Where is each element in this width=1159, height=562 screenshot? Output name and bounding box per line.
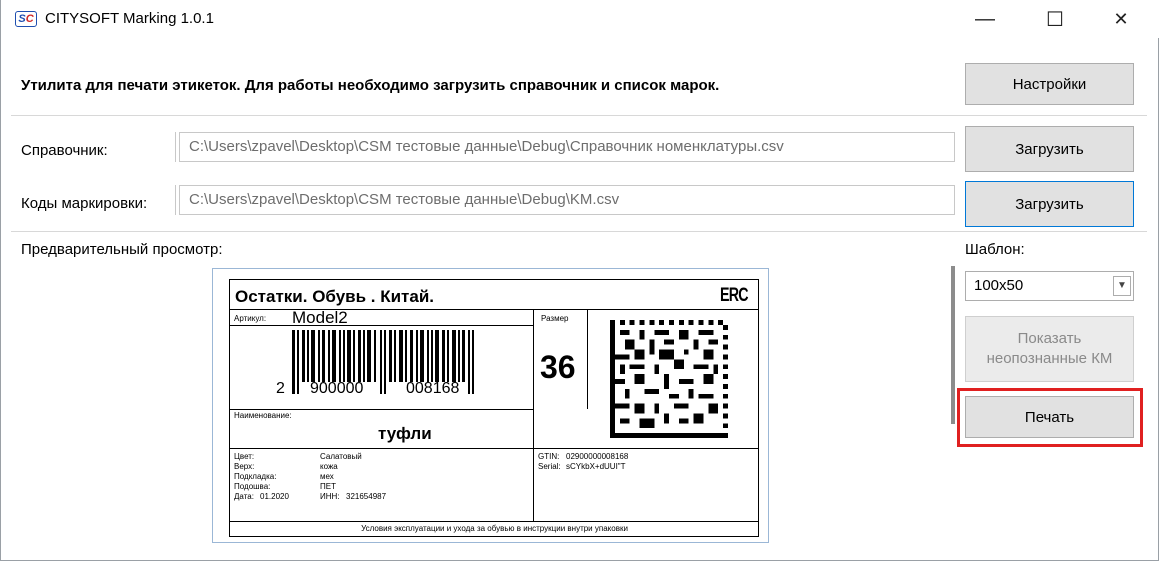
barcode-digits-right: 008168 bbox=[406, 380, 460, 397]
gtin-label: GTIN: bbox=[538, 452, 560, 461]
template-label: Шаблон: bbox=[965, 241, 1025, 258]
divider bbox=[230, 521, 759, 522]
inn-value: 321654987 bbox=[346, 492, 387, 501]
maximize-icon: ☐ bbox=[1046, 8, 1064, 31]
serial-value: sCYkbX+dUUI"T bbox=[566, 462, 626, 471]
divider bbox=[230, 409, 533, 410]
divider bbox=[11, 115, 1147, 116]
close-icon: ✕ bbox=[1113, 8, 1129, 29]
title-bar: SC CITYSOFT Marking 1.0.1 — ☐ ✕ bbox=[1, 0, 1159, 38]
size-label: Размер bbox=[541, 314, 569, 323]
reference-label: Справочник: bbox=[21, 142, 108, 159]
chevron-down-icon[interactable]: ▼ bbox=[1113, 276, 1131, 296]
preview-panel: Остатки. Обувь . Китай. ERC Артикул: Mod… bbox=[212, 268, 769, 543]
inn-label: ИНН: bbox=[320, 492, 340, 501]
load-reference-button[interactable]: Загрузить bbox=[965, 126, 1134, 172]
close-button[interactable]: ✕ bbox=[1098, 0, 1144, 38]
divider bbox=[533, 309, 534, 521]
show-unrecognized-line1: Показать bbox=[1017, 330, 1082, 347]
divider bbox=[11, 231, 1147, 232]
minimize-icon: — bbox=[975, 7, 995, 30]
divider bbox=[587, 309, 588, 409]
show-unrecognized-line2: неопознанные КМ bbox=[986, 350, 1113, 367]
name-label: Наименование: bbox=[234, 411, 292, 420]
maximize-button[interactable]: ☐ bbox=[1032, 0, 1078, 38]
scrollbar[interactable] bbox=[951, 266, 955, 424]
header-text: Утилита для печати этикеток. Для работы … bbox=[21, 77, 720, 94]
barcode-digit-left: 2 bbox=[276, 380, 285, 397]
lining-value: мех bbox=[320, 472, 334, 481]
load-codes-button[interactable]: Загрузить bbox=[965, 181, 1134, 227]
divider bbox=[230, 448, 759, 449]
top-label: Верх: bbox=[234, 462, 255, 471]
lining-label: Подкладка: bbox=[234, 472, 277, 481]
datamatrix-code bbox=[610, 320, 728, 438]
sole-value: ПЕТ bbox=[320, 482, 336, 491]
divider bbox=[175, 132, 176, 162]
article-value: Model2 bbox=[292, 308, 348, 327]
highlight-box bbox=[957, 388, 1143, 447]
eac-mark: ERC bbox=[720, 285, 749, 306]
reference-path-field[interactable]: C:\Users\zpavel\Desktop\CSM тестовые дан… bbox=[179, 132, 955, 162]
window-title: CITYSOFT Marking 1.0.1 bbox=[45, 10, 214, 27]
label-preview: Остатки. Обувь . Китай. ERC Артикул: Mod… bbox=[229, 279, 759, 537]
tag-title: Остатки. Обувь . Китай. bbox=[235, 287, 434, 306]
date-label: Дата: bbox=[234, 492, 254, 501]
app-logo-icon: SC bbox=[15, 11, 37, 27]
article-label: Артикул: bbox=[234, 314, 267, 323]
color-label: Цвет: bbox=[234, 452, 255, 461]
preview-label: Предварительный просмотр: bbox=[21, 241, 223, 258]
name-value: туфли bbox=[378, 424, 432, 443]
gtin-value: 02900000008168 bbox=[566, 452, 629, 461]
sole-label: Подошва: bbox=[234, 482, 271, 491]
minimize-button[interactable]: — bbox=[962, 0, 1008, 38]
divider bbox=[175, 185, 176, 215]
serial-label: Serial: bbox=[538, 462, 561, 471]
codes-label: Коды маркировки: bbox=[21, 195, 148, 212]
settings-button[interactable]: Настройки bbox=[965, 63, 1134, 105]
show-unrecognized-button[interactable]: Показать неопознанные КМ bbox=[965, 316, 1134, 382]
app-window: SC CITYSOFT Marking 1.0.1 — ☐ ✕ Утилита … bbox=[0, 0, 1159, 561]
tag-footer: Условия эксплуатации и ухода за обувью в… bbox=[361, 524, 628, 533]
color-value: Салатовый bbox=[320, 452, 362, 461]
divider bbox=[230, 325, 533, 326]
date-value: 01.2020 bbox=[260, 492, 289, 501]
size-value: 36 bbox=[540, 349, 576, 385]
template-select[interactable]: 100x50 ▼ bbox=[965, 271, 1134, 301]
top-value: кожа bbox=[320, 462, 338, 471]
barcode-digits-mid: 900000 bbox=[310, 380, 364, 397]
codes-path-field[interactable]: C:\Users\zpavel\Desktop\CSM тестовые дан… bbox=[179, 185, 955, 215]
template-selected-value: 100x50 bbox=[974, 277, 1024, 294]
